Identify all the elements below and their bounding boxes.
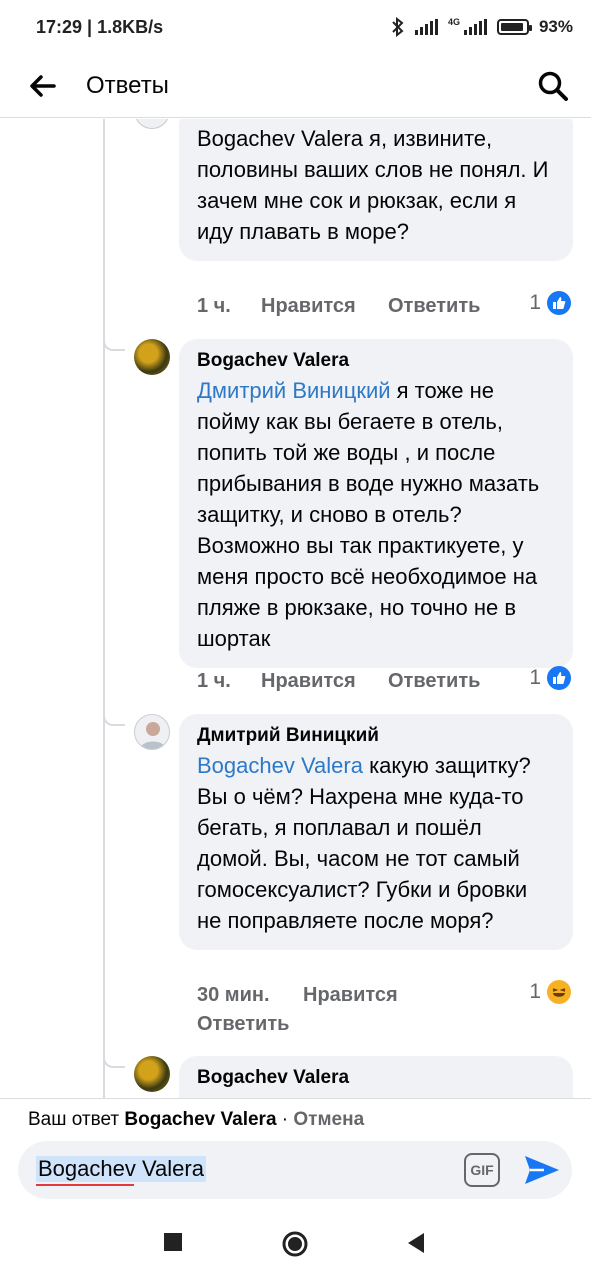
like-button[interactable]: Нравится — [261, 670, 356, 693]
search-icon[interactable] — [537, 70, 569, 102]
reply-button[interactable]: Ответить — [388, 295, 480, 318]
status-bar: 17:29 | 1.8KB/s 4G 93% — [0, 0, 591, 54]
reply-prefix: Ваш ответ — [28, 1109, 120, 1130]
comment-bubble: Bogachev Valera я, извините, половины ва… — [179, 119, 573, 261]
reaction-count: 1 — [529, 291, 541, 314]
comment-author[interactable]: Дмитрий Виницкий — [197, 724, 555, 748]
thread-branch — [103, 1054, 125, 1068]
reaction-summary[interactable]: 1 — [529, 291, 571, 315]
back-arrow-icon[interactable] — [28, 74, 56, 98]
thread-line — [103, 119, 105, 1099]
thread-branch — [103, 712, 125, 726]
bluetooth-icon — [392, 17, 404, 37]
reaction-summary[interactable]: 1 — [529, 666, 571, 690]
wifi-signal-icon — [414, 19, 438, 35]
system-nav-bar — [0, 1210, 591, 1280]
comment-input[interactable]: Bogachev Valera GIF — [18, 1141, 572, 1199]
cell-signal-icon — [463, 19, 487, 35]
comment-time: 1 ч. — [197, 295, 231, 317]
comment-text: Bogachev Valera я, извините, половины ва… — [197, 126, 549, 244]
battery-percent: 93% — [538, 17, 573, 36]
recents-button[interactable] — [163, 1232, 183, 1252]
reply-button[interactable]: Ответить — [197, 1013, 289, 1036]
comment-time: 1 ч. — [197, 670, 231, 692]
avatar[interactable] — [134, 1056, 170, 1092]
page-title: Ответы — [86, 71, 169, 99]
send-icon[interactable] — [522, 1153, 562, 1187]
reaction-count: 1 — [529, 666, 541, 689]
like-button[interactable]: Нравится — [303, 984, 398, 1007]
back-button[interactable] — [406, 1232, 426, 1254]
reply-separator: · — [281, 1109, 289, 1130]
like-reaction-icon — [547, 291, 571, 315]
comment-bubble: Дмитрий Виницкий Bogachev Valera какую з… — [179, 714, 573, 950]
battery-icon — [496, 19, 532, 35]
reply-bar: Ваш ответ Bogachev Valera · Отмена Bogac… — [0, 1098, 591, 1210]
reply-target: Bogachev Valera — [124, 1109, 277, 1130]
like-reaction-icon — [547, 666, 571, 690]
status-time-speed: 17:29 | 1.8KB/s — [36, 16, 164, 37]
haha-reaction-icon — [547, 980, 571, 1004]
comment-bubble: Bogachev Valera — [179, 1056, 573, 1099]
comment-input-text[interactable]: Bogachev Valera — [36, 1156, 206, 1186]
comment-author[interactable]: Bogachev Valera — [197, 1066, 555, 1090]
avatar[interactable] — [134, 339, 170, 375]
home-button[interactable] — [281, 1230, 309, 1258]
avatar[interactable] — [134, 714, 170, 750]
comment-thread[interactable]: Bogachev Valera я, извините, половины ва… — [0, 119, 591, 1099]
reply-context: Ваш ответ Bogachev Valera · Отмена — [28, 1109, 364, 1131]
reaction-count: 1 — [529, 980, 541, 1003]
comment-bubble: Bogachev Valera Дмитрий Виницкий я тоже … — [179, 339, 573, 668]
comment-text: какую защитку? Вы о чём? Нахрена мне куд… — [197, 753, 531, 933]
like-button[interactable]: Нравится — [261, 295, 356, 318]
comment-text: я тоже не пойму как вы бегаете в отель, … — [197, 378, 540, 651]
reaction-summary[interactable]: 1 — [529, 980, 571, 1004]
network-type: 4G — [447, 17, 460, 27]
comment-time: 30 мин. — [197, 984, 270, 1006]
comment-author[interactable]: Bogachev Valera — [197, 349, 555, 373]
mention-link[interactable]: Дмитрий Виницкий — [197, 378, 391, 403]
reply-button[interactable]: Ответить — [388, 670, 480, 693]
mention-link[interactable]: Bogachev Valera — [197, 753, 363, 778]
cancel-reply-button[interactable]: Отмена — [293, 1109, 364, 1130]
header: Ответы — [0, 54, 591, 118]
gif-button[interactable]: GIF — [464, 1153, 500, 1187]
thread-branch — [103, 337, 125, 351]
avatar[interactable] — [134, 119, 170, 129]
